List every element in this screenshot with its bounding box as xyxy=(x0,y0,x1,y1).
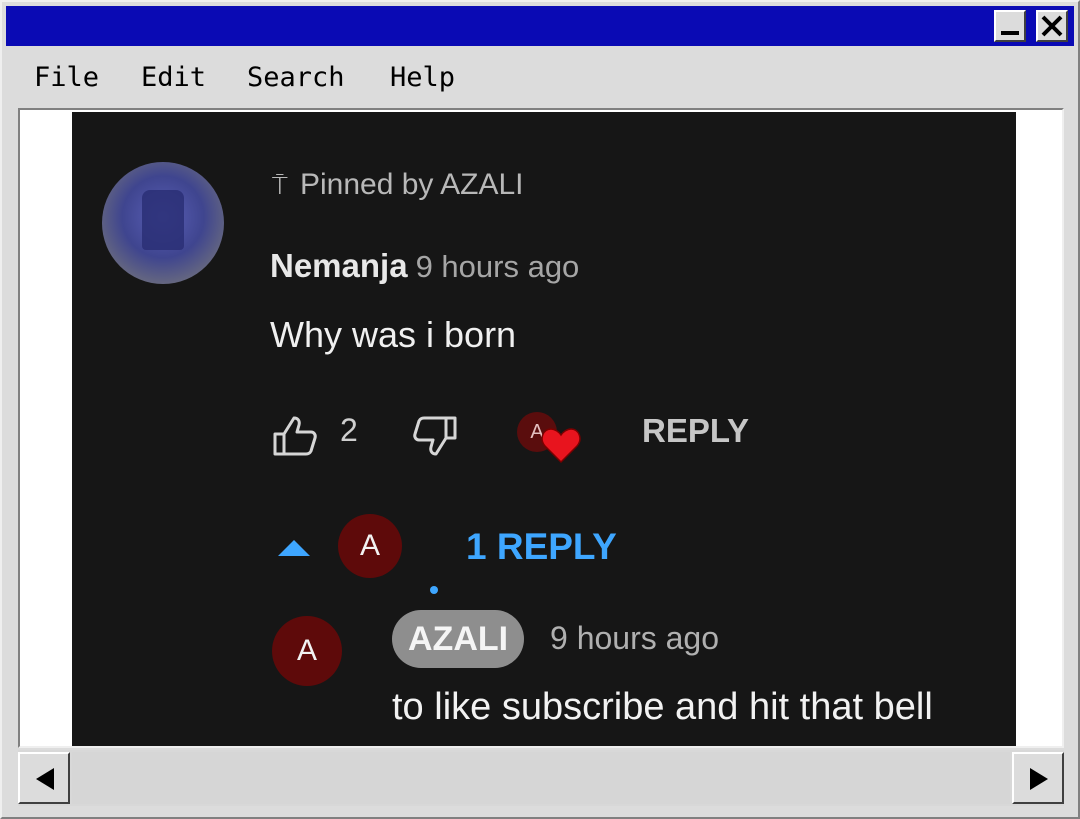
unread-dot xyxy=(430,586,438,594)
reply-text: to like subscribe and hit that bell xyxy=(392,686,933,728)
caret-up-icon xyxy=(278,540,310,556)
menu-edit[interactable]: Edit xyxy=(141,62,206,93)
view-replies-toggle[interactable]: A 1 REPLY xyxy=(272,512,872,582)
heart-icon xyxy=(541,428,581,464)
reply-avatar: A xyxy=(272,616,342,686)
comment-actions: 2 A REPLY xyxy=(272,412,872,464)
comment-header: Nemanja 9 hours ago xyxy=(270,247,579,285)
menu-bar: File Edit Search Help xyxy=(6,48,1074,106)
close-button[interactable] xyxy=(1036,10,1068,42)
comment-author[interactable]: Nemanja xyxy=(270,247,408,284)
thumbs-down-icon[interactable] xyxy=(412,414,458,458)
close-icon xyxy=(1041,15,1063,37)
minimize-icon xyxy=(1001,31,1019,35)
title-bar[interactable] xyxy=(6,6,1074,46)
commenter-avatar xyxy=(102,162,224,284)
menu-search[interactable]: Search xyxy=(247,62,345,93)
like-count: 2 xyxy=(340,412,358,448)
comment-text: Why was i born xyxy=(270,314,517,355)
replier-avatar-small: A xyxy=(338,514,402,578)
comment-time: 9 hours ago xyxy=(415,249,580,284)
reply-author-chip[interactable]: AZALI xyxy=(392,610,525,668)
reply-button[interactable]: REPLY xyxy=(642,412,749,450)
arrow-left-icon xyxy=(36,768,54,790)
reply-time: 9 hours ago xyxy=(550,620,720,656)
scroll-right-button[interactable] xyxy=(1012,752,1064,804)
pinned-text: Pinned by AZALI xyxy=(300,168,524,201)
scroll-left-button[interactable] xyxy=(18,752,70,804)
menu-help[interactable]: Help xyxy=(390,62,455,93)
menu-file[interactable]: File xyxy=(34,62,99,93)
replies-count-link[interactable]: 1 REPLY xyxy=(466,526,617,568)
horizontal-scrollbar[interactable] xyxy=(18,750,1064,806)
minimize-button[interactable] xyxy=(994,10,1026,42)
pin-icon: ⍑ xyxy=(272,170,288,200)
thumbs-up-icon[interactable] xyxy=(272,414,318,458)
comment-screenshot: ⍑ Pinned by AZALI Nemanja 9 hours ago Why … xyxy=(72,112,1016,746)
arrow-right-icon xyxy=(1030,768,1048,790)
app-window: File Edit Search Help ⍑ Pinned by AZALI N… xyxy=(0,0,1080,819)
content-area: ⍑ Pinned by AZALI Nemanja 9 hours ago Why … xyxy=(18,108,1064,748)
pinned-label: ⍑ Pinned by AZALI xyxy=(272,168,523,202)
scroll-track[interactable] xyxy=(72,752,1010,804)
